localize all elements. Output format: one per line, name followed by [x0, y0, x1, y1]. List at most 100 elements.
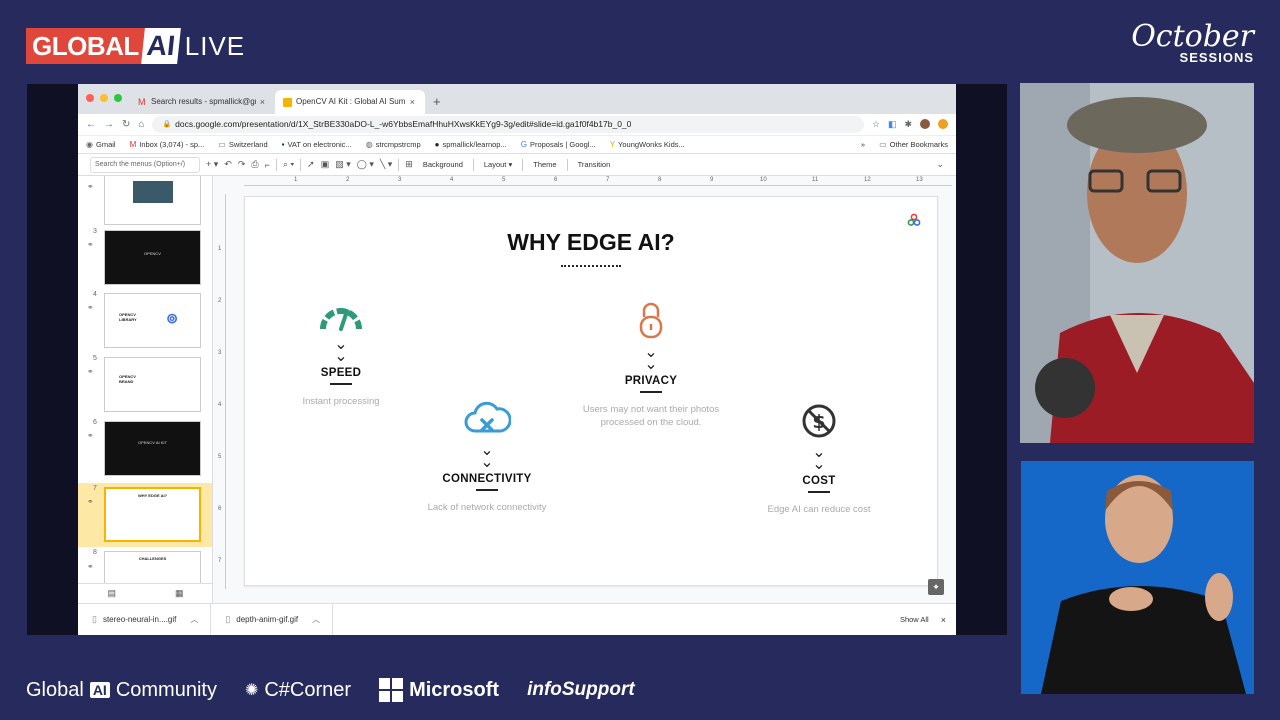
label-underline	[640, 391, 662, 393]
bookmark-switzerland[interactable]: ▭ Switzerland	[218, 140, 267, 149]
menu-search-input[interactable]: Search the menus (Option+/)	[90, 156, 200, 173]
show-all-downloads-button[interactable]: Show All	[888, 615, 941, 624]
puzzle-icon[interactable]: ✱	[904, 119, 912, 130]
no-money-icon: $	[802, 404, 836, 438]
slide-thumbnail[interactable]: OPENCV LIBRARY ⊚	[104, 293, 201, 348]
reload-icon[interactable]: ↻	[122, 119, 130, 130]
chevron-up-icon[interactable]: ︿	[190, 614, 198, 625]
sponsor-bar: Global AI Community ✺ C#Corner Microsoft…	[26, 678, 635, 702]
address-bar-row: ← → ↻ ⌂ 🔒 docs.google.com/presentation/d…	[78, 114, 956, 136]
toolbar-divider	[566, 158, 568, 171]
slide-thumbnail-selected[interactable]: WHY EDGE AI?	[104, 487, 201, 542]
slide-thumbnail[interactable]	[104, 176, 201, 225]
mail-icon: M	[129, 140, 137, 149]
filmstrip-view-icon[interactable]: ▤	[107, 588, 116, 599]
text-box-icon[interactable]: ▣	[321, 159, 330, 170]
tab-bar: M Search results - spmallick@gm × OpenCV…	[78, 84, 956, 114]
profile-avatar-icon[interactable]	[920, 119, 930, 129]
close-tab-icon[interactable]: ×	[260, 90, 265, 114]
folder-icon: ▭	[879, 140, 887, 149]
download-item[interactable]: ▯ stereo-neural-in....gif ︿	[78, 603, 212, 635]
bookmark-proposals[interactable]: G Proposals | Googl...	[521, 140, 596, 149]
thumbnail-title: OPENCV AI KIT	[138, 440, 167, 445]
csharp-corner-logo: ✺ C#Corner	[245, 679, 351, 702]
bookmark-github[interactable]: ● spmallick/learnop...	[435, 140, 507, 149]
chevron-up-icon[interactable]: ︿	[312, 614, 320, 625]
layout-button[interactable]: Layout ▾	[480, 160, 516, 169]
bookmark-youngwonks[interactable]: Y YoungWonks Kids...	[610, 140, 685, 149]
title-divider	[561, 265, 621, 267]
paint-format-icon[interactable]: ⌐	[265, 160, 270, 170]
cloud-offline-icon	[464, 401, 511, 433]
url-field[interactable]: 🔒 docs.google.com/presentation/d/1X_StrB…	[152, 116, 864, 133]
maximize-window-button[interactable]	[114, 94, 122, 102]
explore-button[interactable]: ✦	[928, 579, 944, 595]
close-downloads-icon[interactable]: ×	[941, 615, 956, 625]
presenter-video	[1020, 83, 1254, 443]
theme-button[interactable]: Theme	[529, 160, 560, 169]
collapse-toolbar-icon[interactable]: ⌄	[936, 159, 944, 170]
slide-thumbnail[interactable]: OPENCV AI KIT	[104, 421, 201, 476]
zoom-icon[interactable]: ⌕ ▾	[283, 159, 294, 170]
url-text: docs.google.com/presentation/d/1X_StrBE3…	[175, 119, 632, 129]
slide-thumbnail[interactable]: OPENCV BRAND	[104, 357, 201, 412]
minimize-window-button[interactable]	[100, 94, 108, 102]
slide-thumbnail[interactable]: OPENCV	[104, 230, 201, 285]
transition-button[interactable]: Transition	[574, 160, 615, 169]
slide-canvas[interactable]: WHY EDGE AI? ⌄ ⌄ SPEED Instant processing	[244, 196, 938, 586]
comment-icon[interactable]: ⊞	[405, 159, 413, 170]
link-icon: ⚭	[87, 367, 94, 376]
gmail-icon: ◉	[86, 140, 93, 149]
home-icon[interactable]: ⌂	[138, 119, 144, 130]
download-item[interactable]: ▯ depth-anim-gif.gif ︿	[211, 603, 334, 635]
download-filename: stereo-neural-in....gif	[102, 615, 177, 624]
ruler-tick: 6	[554, 177, 558, 183]
thumbnail-title: OPENCV BRAND	[119, 374, 136, 384]
bookmark-inbox[interactable]: M Inbox (3,074) - sp...	[130, 140, 205, 149]
translate-icon[interactable]: ◧	[888, 119, 897, 130]
label-underline	[808, 491, 830, 493]
link-icon: ⚭	[87, 182, 94, 191]
slide-number: 5	[93, 355, 97, 362]
close-window-button[interactable]	[86, 94, 94, 102]
october-sessions-logo: October SESSIONS	[1131, 22, 1254, 66]
connectivity-item: ⌄ ⌄ CONNECTIVITY Lack of network connecti…	[397, 399, 577, 514]
extension-icon[interactable]	[938, 119, 948, 129]
sponsor-text: Global	[26, 678, 84, 701]
new-slide-icon[interactable]: + ▾	[206, 159, 218, 170]
select-icon[interactable]: ➚	[307, 159, 315, 170]
slide-title: WHY EDGE AI?	[507, 229, 675, 255]
back-icon[interactable]: ←	[86, 119, 96, 130]
close-tab-icon[interactable]: ×	[410, 90, 415, 114]
link-icon: ⚭	[87, 431, 94, 440]
line-icon[interactable]: ╲ ▾	[380, 159, 392, 170]
forward-icon[interactable]: →	[104, 119, 114, 130]
star-icon[interactable]: ☆	[872, 119, 880, 130]
extension-icons: ☆ ◧ ✱	[872, 119, 948, 130]
bookmark-vat[interactable]: ▪ VAT on electronic...	[282, 140, 352, 149]
new-tab-button[interactable]: +	[433, 90, 441, 114]
link-icon: ⚭	[87, 497, 94, 506]
ruler-tick: 3	[218, 350, 222, 356]
chevron-down-icon: ⌄ ⌄	[812, 444, 826, 473]
connectivity-description: Lack of network connectivity	[427, 502, 547, 513]
grid-view-icon[interactable]: ▦	[175, 588, 184, 599]
tab-search-results[interactable]: M Search results - spmallick@gm ×	[130, 90, 275, 114]
file-icon: ▯	[92, 614, 97, 624]
tab-opencv-slides[interactable]: OpenCV AI Kit : Global AI Sum ×	[275, 90, 425, 114]
background-button[interactable]: Background	[419, 160, 467, 169]
print-icon[interactable]: ⎙	[251, 159, 258, 170]
bookmark-gmail[interactable]: ◉ Gmail	[86, 140, 116, 149]
toolbar-divider	[398, 158, 400, 171]
shape-icon[interactable]: ◯ ▾	[357, 159, 374, 170]
bookmarks-overflow-button[interactable]: »	[861, 140, 865, 149]
other-bookmarks[interactable]: ▭ Other Bookmarks	[879, 140, 948, 149]
window-controls	[86, 94, 122, 102]
bookmark-strcmp[interactable]: ◍ strcmpstrcmp	[366, 140, 421, 149]
image-icon[interactable]: ▨ ▾	[335, 159, 351, 170]
undo-icon[interactable]: ↶	[224, 159, 232, 170]
cost-description: Edge AI can reduce cost	[767, 504, 871, 515]
redo-icon[interactable]: ↷	[238, 159, 246, 170]
microsoft-logo: Microsoft	[379, 678, 499, 702]
privacy-item: ⌄ ⌄ PRIVACY Users may not want their phot…	[561, 301, 741, 429]
